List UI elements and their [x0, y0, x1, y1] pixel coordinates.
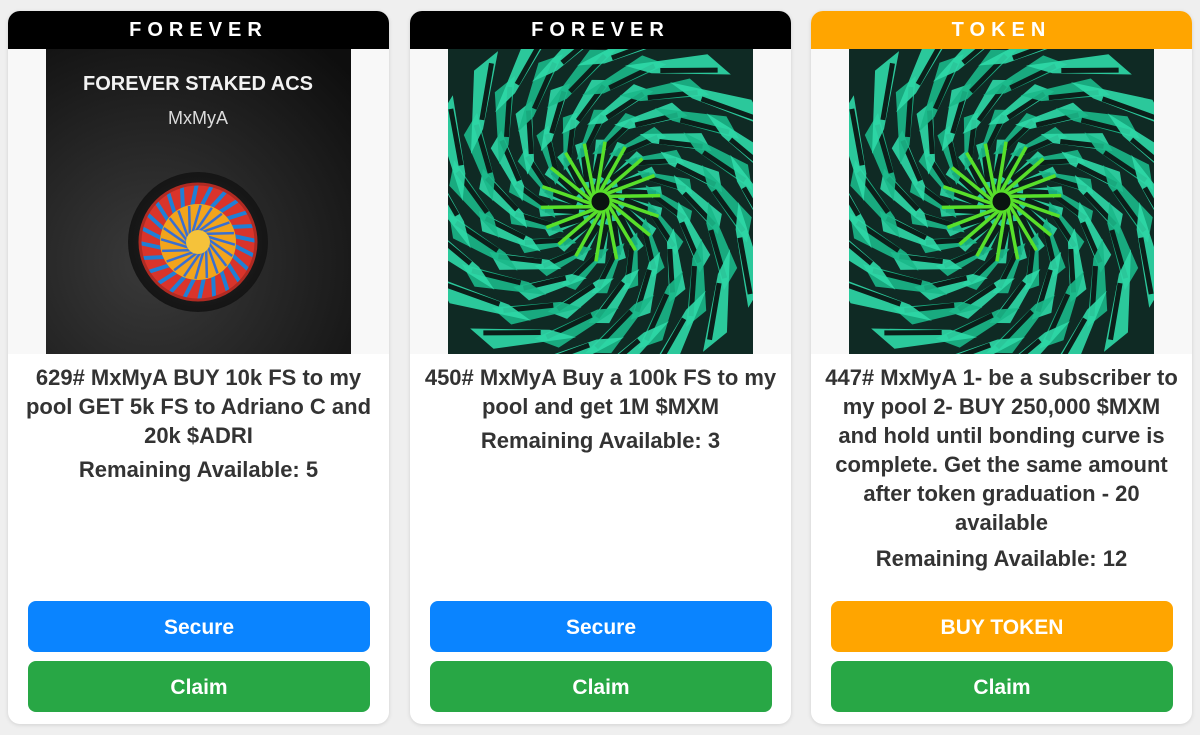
claim-button[interactable]: Claim	[28, 661, 370, 712]
secure-button[interactable]: Secure	[28, 601, 370, 652]
buy-token-button[interactable]: BUY TOKEN	[831, 601, 1173, 652]
card-image	[448, 49, 753, 354]
claim-button[interactable]: Claim	[831, 661, 1173, 712]
offer-card-grid: FOREVER FOREVER STAKED ACS MxMyA 629# Mx…	[0, 0, 1200, 735]
remaining-count: Remaining Available: 3	[480, 428, 721, 453]
offer-card: FOREVER FOREVER STAKED ACS MxMyA 629# Mx…	[8, 11, 389, 724]
card-image-area	[811, 49, 1192, 354]
card-image	[849, 49, 1154, 354]
spiral-art	[448, 49, 753, 354]
art-subtitle: MxMyA	[168, 108, 228, 128]
offer-card: FOREVER 450# MxMyA Buy a 100k FS to my p…	[410, 11, 791, 724]
card-image-area	[410, 49, 791, 354]
offer-description: 629# MxMyA BUY 10k FS to my pool GET 5k …	[25, 365, 372, 448]
offer-card: TOKEN 447# MxMyA 1- be a subscriber to m…	[811, 11, 1192, 724]
card-image-area: FOREVER STAKED ACS MxMyA	[8, 49, 389, 354]
card-banner: TOKEN	[811, 11, 1192, 49]
remaining-count: Remaining Available: 12	[875, 546, 1128, 571]
secure-button[interactable]: Secure	[430, 601, 772, 652]
art-headline: FOREVER STAKED ACS	[83, 73, 313, 95]
offer-description: 450# MxMyA Buy a 100k FS to my pool and …	[424, 365, 777, 419]
card-image: FOREVER STAKED ACS MxMyA	[46, 49, 351, 354]
remaining-count: Remaining Available: 5	[78, 457, 319, 482]
spiral-art	[849, 49, 1154, 354]
claim-button[interactable]: Claim	[430, 661, 772, 712]
offer-description: 447# MxMyA 1- be a subscriber to my pool…	[825, 365, 1178, 535]
card-banner: FOREVER	[8, 11, 389, 49]
card-banner: FOREVER	[410, 11, 791, 49]
